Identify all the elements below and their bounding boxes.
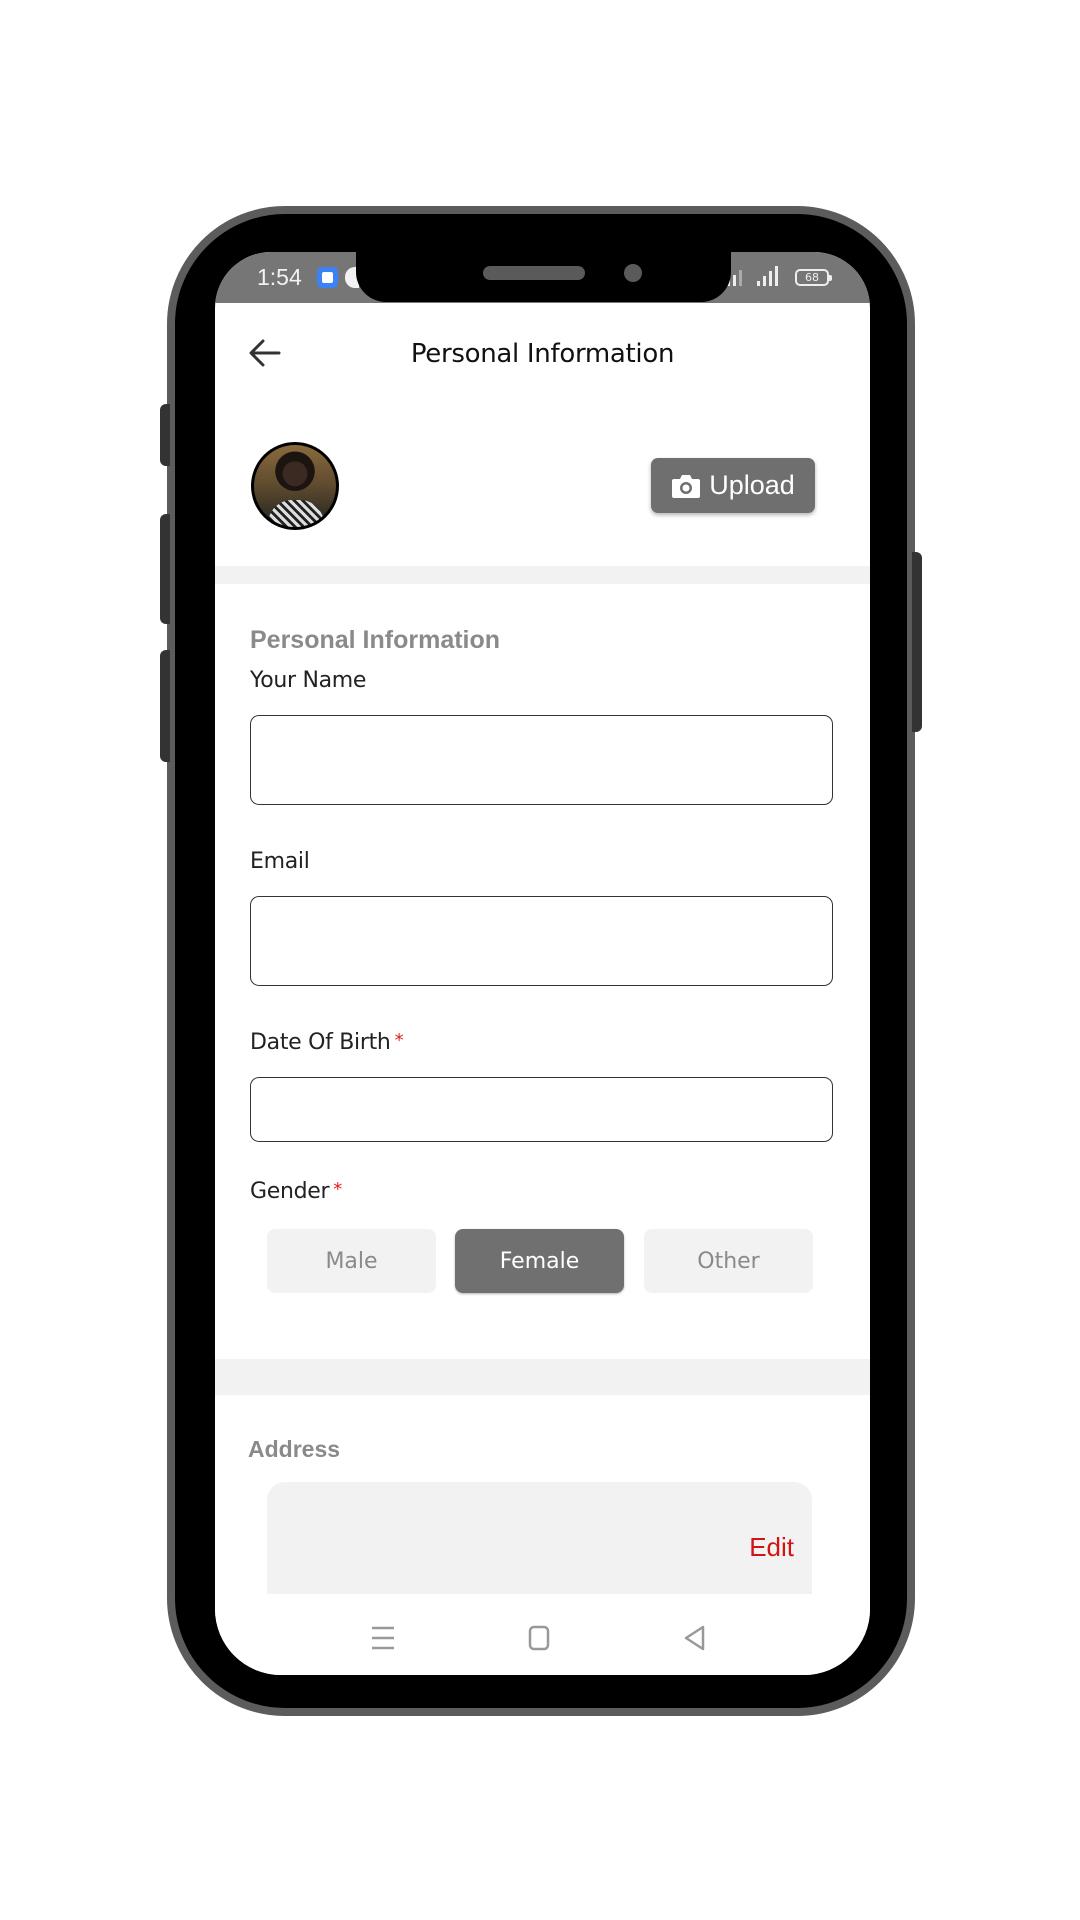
email-label: Email [250, 849, 310, 874]
home-button[interactable] [521, 1620, 557, 1656]
side-button-volume-down [160, 650, 170, 762]
section-divider [215, 1359, 870, 1395]
gender-option-female[interactable]: Female [455, 1229, 624, 1293]
address-section-title: Address [248, 1436, 341, 1462]
section-divider [215, 566, 870, 584]
side-button-power [912, 552, 922, 732]
app-notification-icon [317, 267, 338, 288]
back-triangle-icon [684, 1625, 705, 1651]
camera-icon [672, 474, 701, 498]
recent-apps-button[interactable] [365, 1620, 401, 1656]
side-button-volume-up [160, 514, 170, 624]
page-title: Personal Information [410, 339, 675, 369]
name-label: Your Name [250, 668, 366, 693]
front-camera [624, 264, 642, 282]
upload-photo-button[interactable]: Upload [651, 458, 815, 513]
gender-option-other[interactable]: Other [644, 1229, 813, 1293]
signal-icon-2 [757, 266, 778, 286]
email-input[interactable] [250, 896, 833, 986]
gender-option-male[interactable]: Male [267, 1229, 436, 1293]
dob-label: Date Of Birth * [250, 1030, 404, 1055]
required-marker: * [333, 1179, 342, 1200]
phone-screen: 1:54 68 Personal Information Upload Pers… [215, 252, 870, 1675]
personal-info-section-title: Personal Information [250, 626, 501, 654]
system-nav-bar [215, 1598, 870, 1675]
menu-icon [372, 1626, 394, 1650]
avatar [251, 442, 339, 530]
address-card: Edit [267, 1482, 812, 1594]
dob-label-text: Date Of Birth [250, 1030, 391, 1055]
status-bar: 1:54 68 [215, 252, 870, 303]
dob-input[interactable] [250, 1077, 833, 1142]
gender-label: Gender * [250, 1179, 342, 1204]
home-icon [528, 1625, 550, 1651]
name-input[interactable] [250, 715, 833, 805]
gender-label-text: Gender [250, 1179, 330, 1204]
name-label-text: Your Name [250, 668, 367, 693]
camera-notch [356, 252, 731, 302]
edit-address-link[interactable]: Edit [749, 1532, 794, 1563]
battery-icon: 68 [795, 269, 832, 286]
speaker-grille [483, 266, 585, 280]
system-back-button[interactable] [677, 1620, 713, 1656]
status-time: 1:54 [257, 264, 302, 290]
avatar-photo [268, 500, 324, 527]
email-label-text: Email [250, 849, 310, 874]
side-button-mute [160, 404, 170, 466]
required-marker: * [394, 1030, 404, 1051]
upload-label: Upload [709, 470, 795, 500]
app-header: Personal Information [215, 303, 870, 403]
